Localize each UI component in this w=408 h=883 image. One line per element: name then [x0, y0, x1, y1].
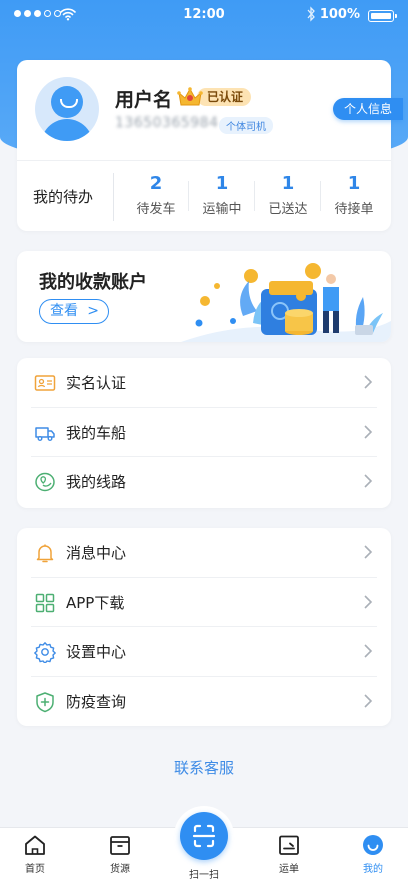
scan-button[interactable]: [180, 812, 228, 860]
bell-icon: [36, 544, 54, 563]
payment-account-card[interactable]: 我的收款账户 查看 >: [17, 251, 391, 342]
menu-item-label: 防疫查询: [66, 692, 127, 711]
tab-waybill[interactable]: 运单: [259, 834, 319, 875]
todo-count: 1: [281, 173, 295, 194]
crown-icon: [177, 87, 203, 106]
contact-service-link[interactable]: 联系客服: [0, 757, 408, 778]
tab-home[interactable]: 首页: [5, 834, 65, 875]
menu-item-label: 我的车船: [66, 423, 127, 442]
battery-icon: [368, 10, 397, 22]
wallet-illustration: [181, 263, 391, 342]
chevron-right-icon: [364, 693, 373, 708]
chevron-right-icon: [364, 644, 373, 658]
menu-item-label: 设置中心: [66, 643, 127, 661]
view-account-button[interactable]: 查看 >: [39, 299, 109, 324]
todo-item-delivered[interactable]: 1 已送达: [255, 173, 321, 217]
chevron-right-icon: [364, 424, 373, 439]
grid-icon: [35, 593, 55, 612]
truck-icon: [35, 426, 55, 441]
todo-item-label: 已送达: [268, 202, 308, 217]
todo-section: 我的待办 2 待发车 1 运输中 1 已送达 1 待接单: [17, 160, 391, 231]
chevron-right-icon: [364, 375, 373, 389]
verified-badge: 已认证: [177, 86, 252, 108]
menu-item-settings[interactable]: 设置中心: [31, 627, 377, 677]
tab-label: 首页: [25, 864, 45, 875]
bluetooth-icon: [307, 6, 315, 22]
id-card-icon: [34, 375, 56, 391]
menu-item-label: 实名认证: [66, 374, 127, 392]
chevron-right-icon: [364, 545, 373, 559]
battery-percent: 100%: [319, 7, 360, 22]
username: 用户名: [115, 89, 173, 111]
avatar[interactable]: [35, 77, 99, 141]
todo-count: 1: [347, 173, 361, 194]
status-bar: 12:00 100%: [0, 0, 408, 32]
menu-item-my-routes[interactable]: 我的线路: [31, 457, 377, 507]
view-button-label: 查看: [50, 303, 78, 319]
waybill-icon: [279, 835, 299, 855]
todo-count: 1: [215, 173, 229, 194]
todo-label: 我的待办: [33, 188, 94, 206]
tab-mine[interactable]: 我的: [343, 834, 403, 875]
todo-item-label: 运输中: [202, 202, 242, 217]
scan-icon: [192, 824, 216, 848]
menu-item-message-center[interactable]: 消息中心: [31, 528, 377, 578]
menu-item-epidemic-query[interactable]: 防疫查询: [31, 677, 377, 727]
todo-item-in-transit[interactable]: 1 运输中: [189, 173, 255, 217]
personal-info-button[interactable]: 个人信息: [333, 98, 403, 120]
verified-label: 已认证: [197, 88, 252, 106]
todo-item-pending-departure[interactable]: 2 待发车: [123, 173, 189, 217]
menu-item-label: 我的线路: [66, 473, 127, 491]
menu-item-my-vehicles[interactable]: 我的车船: [31, 408, 377, 457]
phone-number: 13650365984: [115, 115, 219, 131]
chevron-right-icon: [364, 594, 373, 609]
todo-item-label: 待接单: [334, 202, 374, 217]
menu-item-real-name-auth[interactable]: 实名认证: [31, 358, 377, 408]
menu-item-label: 消息中心: [66, 544, 127, 562]
chevron-right-icon: [364, 474, 373, 488]
route-icon: [35, 472, 55, 492]
todo-item-label: 待发车: [136, 202, 176, 217]
chevron-right-icon: >: [87, 303, 99, 319]
scan-label: 扫一扫: [189, 870, 219, 881]
role-tag: 个体司机: [219, 117, 273, 134]
menu-item-label: APP下载: [66, 593, 125, 612]
shield-plus-icon: [36, 691, 54, 712]
gear-icon: [34, 642, 56, 663]
tab-label: 我的: [363, 864, 383, 875]
tab-cargo[interactable]: 货源: [90, 834, 150, 875]
box-icon: [110, 836, 130, 855]
tab-label: 货源: [110, 864, 130, 875]
menu-item-app-download[interactable]: APP下载: [31, 578, 377, 627]
home-icon: [25, 835, 45, 855]
menu-group-1: 实名认证 我的车船 我的线路: [17, 358, 391, 508]
smiley-icon: [363, 835, 383, 855]
menu-group-2: 消息中心 APP下载 设置中心 防疫查询: [17, 528, 391, 726]
account-title: 我的收款账户: [39, 272, 147, 293]
todo-divider: [113, 173, 114, 221]
tab-label: 运单: [279, 864, 299, 875]
todo-count: 2: [149, 173, 163, 194]
profile-card: 用户名 已认证 13650365984 个体司机 个人信息 我的待办 2 待发车…: [17, 60, 403, 231]
todo-item-pending-accept[interactable]: 1 待接单: [321, 173, 387, 217]
